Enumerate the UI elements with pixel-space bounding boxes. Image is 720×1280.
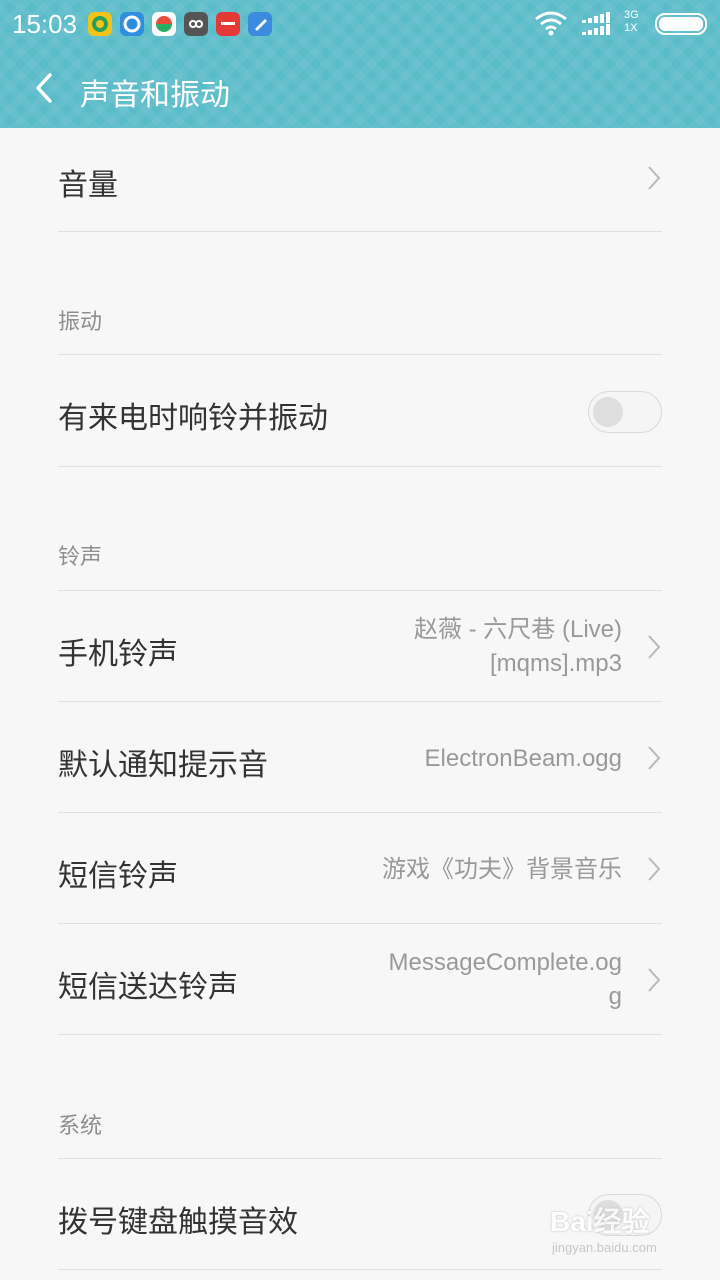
phone-ringtone-value-line1: 赵薇 - 六尺巷 (Live) — [413, 616, 622, 643]
signal-icon — [582, 12, 610, 35]
page-title: 声音和振动 — [80, 78, 230, 113]
phone-ringtone-row[interactable]: 手机铃声 赵薇 - 六尺巷 (Live) [mqms].mp3 — [58, 591, 662, 702]
battery-icon — [655, 13, 707, 35]
dialpad-touch-label: 拨号键盘触摸音效 — [58, 1205, 298, 1240]
notification-sound-label: 默认通知提示音 — [58, 748, 268, 783]
wifi-icon — [535, 11, 567, 36]
section-title-vibrate: 振动 — [58, 310, 103, 335]
watermark-logo: Bai经验 jingyan.baidu.com — [550, 1190, 710, 1268]
ring-vibrate-row[interactable]: 有来电时响铃并振动 — [58, 355, 662, 467]
status-bar: 15:03 3G 1X — [0, 0, 720, 50]
app-icon-2 — [120, 12, 144, 36]
header: 15:03 3G 1X 声音和振动 — [0, 0, 720, 128]
notification-sound-row[interactable]: 默认通知提示音 ElectronBeam.ogg — [58, 702, 662, 813]
chevron-right-icon — [648, 166, 661, 190]
section-title-ringtone: 铃声 — [58, 545, 103, 570]
network-type-secondary: 1X — [624, 22, 638, 34]
chevron-left-icon — [36, 73, 52, 103]
phone-ringtone-value: 赵薇 - 六尺巷 (Live) [mqms].mp3 — [414, 613, 622, 681]
sms-delivered-value-line2: g — [608, 983, 622, 1010]
sms-ringtone-label: 短信铃声 — [58, 859, 178, 894]
notification-icons — [88, 12, 272, 36]
sms-delivered-label: 短信送达铃声 — [58, 970, 238, 1005]
watermark-text: Bai经验 — [550, 1206, 650, 1237]
app-icon-1 — [88, 12, 112, 36]
volume-label: 音量 — [58, 168, 118, 203]
sms-delivered-value-line1: MessageComplete.og — [388, 949, 622, 976]
sms-ringtone-row[interactable]: 短信铃声 游戏《功夫》背景音乐 — [58, 813, 662, 924]
sms-delivered-value: MessageComplete.og g — [389, 946, 622, 1014]
ring-vibrate-toggle[interactable] — [588, 391, 662, 433]
section-title-system: 系统 — [58, 1114, 103, 1139]
notification-sound-value: ElectronBeam.ogg — [424, 745, 622, 772]
app-icon-3 — [152, 12, 176, 36]
status-time: 15:03 — [12, 9, 78, 39]
chevron-right-icon — [648, 635, 661, 659]
watermark-sub: jingyan.baidu.com — [552, 1240, 657, 1255]
ring-vibrate-label: 有来电时响铃并振动 — [58, 401, 328, 436]
phone-ringtone-label: 手机铃声 — [58, 637, 178, 672]
toggle-knob — [593, 397, 623, 427]
network-type: 3G 1X — [624, 9, 639, 35]
sms-ringtone-value: 游戏《功夫》背景音乐 — [382, 856, 622, 883]
app-icon-5 — [216, 12, 240, 36]
volume-row[interactable]: 音量 — [58, 128, 662, 232]
network-type-primary: 3G — [624, 9, 639, 21]
phone-ringtone-value-line2: [mqms].mp3 — [489, 650, 622, 677]
chevron-right-icon — [648, 857, 661, 881]
chevron-right-icon — [648, 968, 661, 992]
back-button[interactable] — [24, 62, 64, 114]
chevron-right-icon — [648, 746, 661, 770]
app-icon-4 — [184, 12, 208, 36]
app-icon-6 — [248, 12, 272, 36]
sms-delivered-row[interactable]: 短信送达铃声 MessageComplete.og g — [58, 924, 662, 1035]
